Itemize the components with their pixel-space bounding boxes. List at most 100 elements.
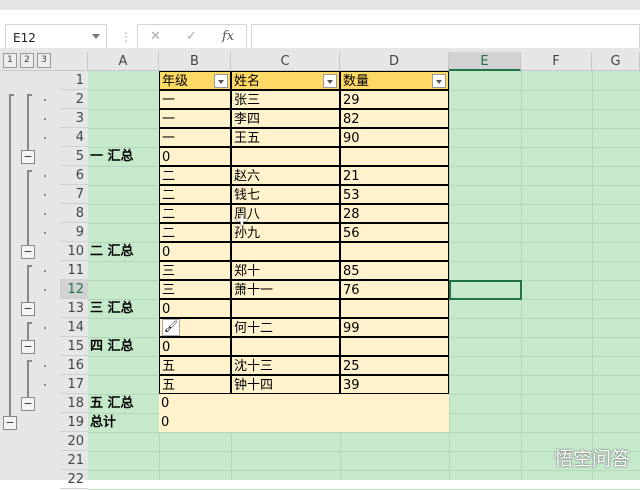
- name-box[interactable]: E12: [5, 24, 107, 51]
- cell-C17[interactable]: 钟十四: [231, 375, 340, 394]
- cell-C6[interactable]: 赵六: [231, 166, 340, 185]
- collapse-group-button[interactable]: −: [21, 245, 35, 259]
- cell-C12[interactable]: 萧十一: [231, 280, 340, 299]
- collapse-group-button[interactable]: −: [21, 340, 35, 354]
- outline-level-2-button[interactable]: 2: [20, 53, 34, 68]
- cell-C18[interactable]: [231, 394, 340, 413]
- cell-C4[interactable]: 王五: [231, 128, 340, 147]
- cell-A15[interactable]: 四 汇总: [88, 337, 159, 356]
- cell-A14[interactable]: [88, 318, 159, 337]
- column-header-C[interactable]: C: [231, 52, 340, 71]
- row-header-20[interactable]: 20: [60, 432, 88, 451]
- cell-A8[interactable]: [88, 204, 159, 223]
- row-header-15[interactable]: 15: [60, 337, 88, 356]
- row-header-12[interactable]: 12: [60, 280, 88, 299]
- cell-C5[interactable]: [231, 147, 340, 166]
- collapse-group-button[interactable]: −: [21, 150, 35, 164]
- cell-B16[interactable]: 五: [159, 356, 231, 375]
- cell-A16[interactable]: [88, 356, 159, 375]
- row-header-6[interactable]: 6: [60, 166, 88, 185]
- cell-C13[interactable]: [231, 299, 340, 318]
- filter-dropdown-icon[interactable]: [323, 74, 337, 88]
- cell-A6[interactable]: [88, 166, 159, 185]
- row-header-8[interactable]: 8: [60, 204, 88, 223]
- row-header-10[interactable]: 10: [60, 242, 88, 261]
- outline-level-3-button[interactable]: 3: [37, 53, 51, 68]
- row-header-11[interactable]: 11: [60, 261, 88, 280]
- row-header-16[interactable]: 16: [60, 356, 88, 375]
- cell-A5[interactable]: 一 汇总: [88, 147, 159, 166]
- outline-level-1-button[interactable]: 1: [3, 53, 17, 68]
- cell-A17[interactable]: [88, 375, 159, 394]
- cancel-icon[interactable]: ✕: [150, 29, 161, 44]
- cell-A3[interactable]: [88, 109, 159, 128]
- row-header-3[interactable]: 3: [60, 109, 88, 128]
- row-header-4[interactable]: 4: [60, 128, 88, 147]
- cell-D17[interactable]: 39: [340, 375, 449, 394]
- cell-D5[interactable]: [340, 147, 449, 166]
- row-header-5[interactable]: 5: [60, 147, 88, 166]
- chevron-down-icon[interactable]: [92, 34, 100, 43]
- row-header-13[interactable]: 13: [60, 299, 88, 318]
- cell-A19[interactable]: 总计: [88, 413, 159, 432]
- cell-D2[interactable]: 29: [340, 90, 449, 109]
- cell-B7[interactable]: 二: [159, 185, 231, 204]
- column-header-B[interactable]: B: [159, 52, 231, 71]
- cell-A10[interactable]: 二 汇总: [88, 242, 159, 261]
- column-header-F[interactable]: F: [521, 52, 592, 71]
- row-header-7[interactable]: 7: [60, 185, 88, 204]
- cell-A9[interactable]: [88, 223, 159, 242]
- cell-D19[interactable]: [340, 413, 449, 432]
- paste-options-icon[interactable]: 🖌: [162, 319, 180, 336]
- cell-C15[interactable]: [231, 337, 340, 356]
- cell-B12[interactable]: 三: [159, 280, 231, 299]
- cell-C19[interactable]: [231, 413, 340, 432]
- cell-B15[interactable]: 0: [159, 337, 231, 356]
- row-header-19[interactable]: 19: [60, 413, 88, 432]
- row-header-21[interactable]: 21: [60, 451, 88, 470]
- cell-D6[interactable]: 21: [340, 166, 449, 185]
- cell-C7[interactable]: 钱七: [231, 185, 340, 204]
- cell-A2[interactable]: [88, 90, 159, 109]
- cell-C11[interactable]: 郑十: [231, 261, 340, 280]
- cell-B3[interactable]: 一: [159, 109, 231, 128]
- column-header-G[interactable]: G: [592, 52, 640, 71]
- cell-B18[interactable]: 0: [159, 394, 231, 413]
- cell-B6[interactable]: 二: [159, 166, 231, 185]
- collapse-all-button[interactable]: −: [3, 416, 17, 430]
- cell-D15[interactable]: [340, 337, 449, 356]
- selected-cell-E12[interactable]: [449, 280, 522, 300]
- cell-B11[interactable]: 三: [159, 261, 231, 280]
- cell-B2[interactable]: 一: [159, 90, 231, 109]
- row-header-17[interactable]: 17: [60, 375, 88, 394]
- cell-D8[interactable]: 28: [340, 204, 449, 223]
- collapse-group-button[interactable]: −: [21, 397, 35, 411]
- row-header-9[interactable]: 9: [60, 223, 88, 242]
- cell-D7[interactable]: 53: [340, 185, 449, 204]
- row-header-2[interactable]: 2: [60, 90, 88, 109]
- cell-B8[interactable]: 二: [159, 204, 231, 223]
- cell-A12[interactable]: [88, 280, 159, 299]
- cell-B19[interactable]: 0: [159, 413, 231, 432]
- cell-D10[interactable]: [340, 242, 449, 261]
- cell-C3[interactable]: 李四: [231, 109, 340, 128]
- cell-A18[interactable]: 五 汇总: [88, 394, 159, 413]
- cell-B17[interactable]: 五: [159, 375, 231, 394]
- cell-A1[interactable]: [88, 71, 159, 90]
- cell-B5[interactable]: 0: [159, 147, 231, 166]
- cell-D11[interactable]: 85: [340, 261, 449, 280]
- filter-dropdown-icon[interactable]: [432, 74, 446, 88]
- cell-B4[interactable]: 一: [159, 128, 231, 147]
- cell-B10[interactable]: 0: [159, 242, 231, 261]
- cell-C10[interactable]: [231, 242, 340, 261]
- collapse-group-button[interactable]: −: [21, 302, 35, 316]
- column-header-D[interactable]: D: [340, 52, 449, 71]
- column-header-A[interactable]: A: [88, 52, 159, 71]
- filter-dropdown-icon[interactable]: [214, 74, 228, 88]
- cell-A7[interactable]: [88, 185, 159, 204]
- row-header-18[interactable]: 18: [60, 394, 88, 413]
- column-header-E[interactable]: E: [449, 52, 521, 71]
- cell-D14[interactable]: 99: [340, 318, 449, 337]
- cell-D12[interactable]: 76: [340, 280, 449, 299]
- cell-C16[interactable]: 沈十三: [231, 356, 340, 375]
